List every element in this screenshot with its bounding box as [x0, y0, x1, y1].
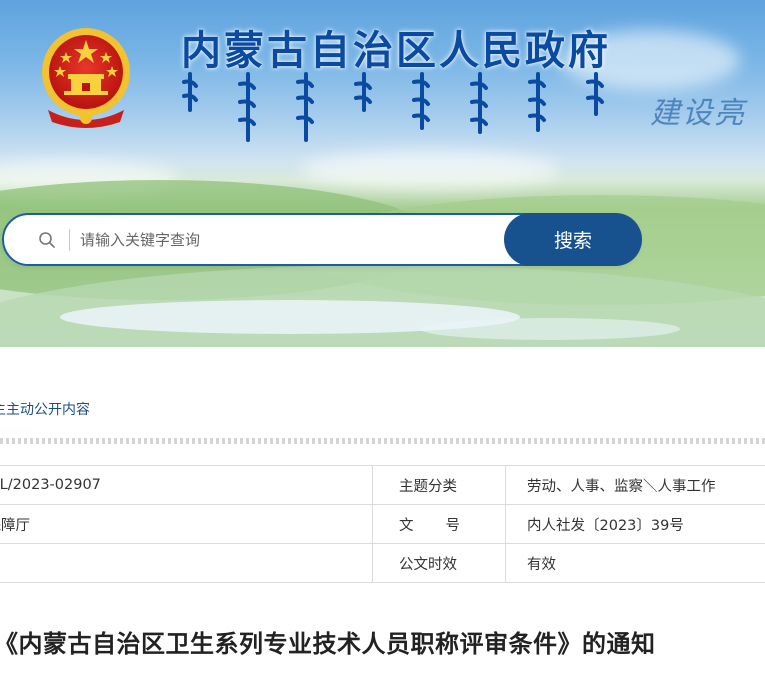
- info-value: 劳动、人事、监察＼人事工作: [505, 465, 765, 505]
- issuing-agency: 会保障厅: [0, 517, 31, 534]
- info-value: 内人社发〔2023〕39号: [505, 504, 765, 544]
- search-icon[interactable]: [38, 231, 56, 249]
- article-title: 《内蒙古自治区卫生系列专业技术人员职称评审条件》的通知: [0, 630, 656, 658]
- index-number: 968L/2023-02907: [0, 477, 101, 493]
- document-info-table: 968L/2023-02907 主题分类 劳动、人事、监察＼人事工作 会保障厅 …: [0, 465, 765, 583]
- mongolian-script-title: [182, 72, 604, 142]
- search-bar: 搜索: [2, 213, 642, 266]
- info-label: 公文时效: [372, 543, 506, 583]
- table-row: 会保障厅 文 号 内人社发〔2023〕39号: [0, 504, 765, 544]
- river-decoration: [420, 318, 680, 340]
- table-row: 968L/2023-02907 主题分类 劳动、人事、监察＼人事工作: [0, 465, 765, 505]
- search-input[interactable]: [80, 224, 480, 256]
- table-row: 公文时效 有效: [0, 543, 765, 583]
- info-value: [0, 543, 373, 583]
- site-title[interactable]: 内蒙古自治区人民政府: [181, 18, 611, 76]
- national-emblem-icon: [42, 28, 130, 128]
- info-label: 文 号: [372, 504, 506, 544]
- search-divider: [69, 229, 70, 251]
- info-value: 有效: [505, 543, 765, 583]
- search-button[interactable]: 搜索: [504, 213, 642, 266]
- info-value: 968L/2023-02907: [0, 465, 373, 505]
- dashed-divider: [0, 438, 765, 444]
- info-value: 会保障厅: [0, 504, 373, 544]
- slogan-text: 建设亮: [650, 96, 746, 131]
- breadcrumb[interactable]: 主主动公开内容: [0, 399, 90, 419]
- header-banner: 内蒙古自治区人民政府 建设亮 搜索: [0, 0, 765, 347]
- info-label: 主题分类: [372, 465, 506, 505]
- cloud-decoration: [300, 150, 560, 190]
